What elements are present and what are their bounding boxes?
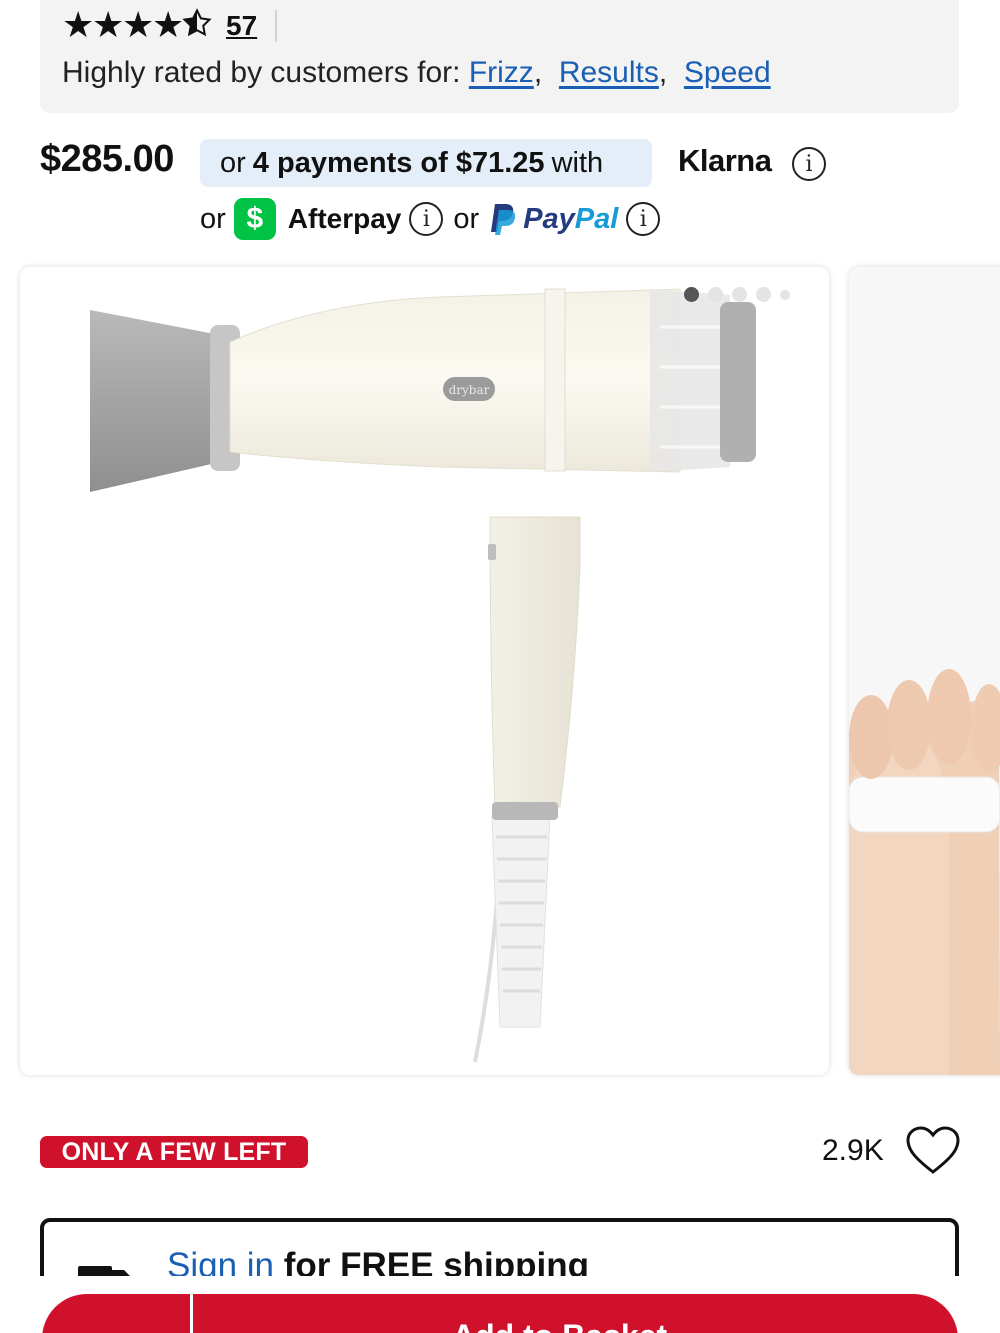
klarna-installments[interactable]: or 4 payments of $71.25 with <box>200 139 652 187</box>
product-price: $285.00 <box>40 138 174 180</box>
highlights-label: Highly rated by customers for: <box>62 56 461 89</box>
afterpay-info-icon[interactable]: i <box>409 202 444 236</box>
stock-status-badge: ONLY A FEW LEFT <box>40 1136 308 1168</box>
carousel-dot[interactable] <box>684 287 699 302</box>
rating-row[interactable]: ★ ★ ★ ★ 57 <box>62 6 278 46</box>
carousel-dot[interactable] <box>780 289 790 300</box>
star-icon: ★ <box>152 4 184 45</box>
paypal-info-icon[interactable]: i <box>626 202 661 236</box>
carousel-dot[interactable] <box>756 287 771 302</box>
cashapp-icon: $ <box>233 198 276 240</box>
paypal-label: PayPal <box>523 203 618 236</box>
loves-count: 2.9K <box>822 1134 884 1167</box>
paypal-label-part-2: Pal <box>574 202 619 235</box>
heart-icon[interactable] <box>905 1126 961 1176</box>
carousel-dot[interactable] <box>708 287 723 302</box>
add-to-basket-button[interactable]: Add to Basket <box>42 1294 958 1333</box>
paypal-label-part-1: Pay <box>523 202 575 235</box>
star-rating: ★ ★ ★ ★ <box>62 7 212 45</box>
hair-dryer-image: drybar <box>90 288 756 1063</box>
klarna-suffix: with <box>551 146 604 179</box>
divider <box>275 10 278 42</box>
carousel-dots[interactable] <box>684 287 790 302</box>
add-to-basket-label: Add to Basket <box>452 1318 667 1333</box>
review-count-link[interactable]: 57 <box>226 10 257 42</box>
highlight-link-results[interactable]: Results <box>559 56 659 89</box>
star-icon: ★ <box>92 4 124 45</box>
star-icon: ★ <box>122 4 154 45</box>
klarna-logo: Klarna <box>678 143 772 178</box>
half-star-icon <box>182 7 212 45</box>
product-image-next[interactable] <box>849 267 1000 1075</box>
product-image-main[interactable]: drybar <box>20 267 829 1075</box>
button-divider <box>190 1294 193 1333</box>
reviews-summary: ★ ★ ★ ★ 57 Highly rated by customers for… <box>40 0 959 113</box>
afterpay-label: Afterpay <box>287 203 402 234</box>
or-text: or <box>453 202 480 235</box>
highlight-link-speed[interactable]: Speed <box>684 56 771 89</box>
klarna-installment-amount: 4 payments of $71.25 <box>252 146 545 179</box>
klarna-info-icon[interactable]: i <box>792 147 826 181</box>
alt-payment-row: or $ Afterpay i or PayPal i <box>200 197 661 241</box>
klarna-prefix: or <box>220 146 246 179</box>
paypal-icon <box>489 202 517 236</box>
or-text: or <box>200 202 226 235</box>
star-icon: ★ <box>62 4 94 45</box>
hand-holding-dryer-image <box>849 669 1000 1075</box>
carousel-dot[interactable] <box>732 287 747 302</box>
review-highlights: Highly rated by customers for: Frizz, Re… <box>62 56 771 89</box>
product-brand-text: drybar <box>449 383 490 397</box>
highlight-link-frizz[interactable]: Frizz <box>469 56 534 89</box>
